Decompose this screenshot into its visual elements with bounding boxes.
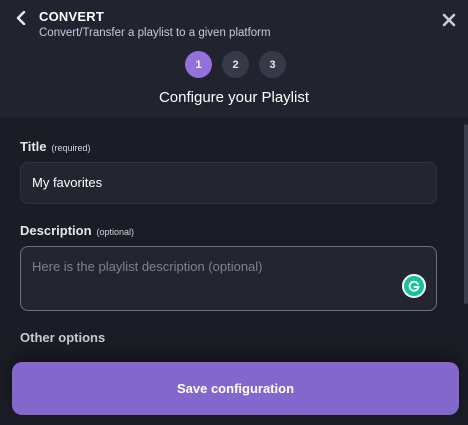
page-title: CONVERT [39,9,104,24]
description-label: Description (optional) [20,223,134,238]
back-button[interactable] [12,8,30,28]
description-optional-hint: (optional) [96,227,135,237]
stepper: 1 2 3 [185,51,286,78]
chevron-left-icon [16,11,26,25]
save-configuration-button[interactable]: Save configuration [12,362,459,415]
scrollbar-thumb[interactable] [464,124,468,304]
title-label: Title (required) [20,139,91,154]
description-label-text: Description [20,223,92,238]
header-bar: CONVERT Convert/Transfer a playlist to a… [0,0,468,118]
step-3[interactable]: 3 [259,51,286,78]
step-2[interactable]: 2 [222,51,249,78]
grammarly-icon[interactable] [402,274,426,298]
description-textarea[interactable]: Here is the playlist description (option… [20,246,437,311]
step-1[interactable]: 1 [185,51,212,78]
close-button[interactable] [439,10,459,30]
title-label-text: Title [20,139,47,154]
step-heading: Configure your Playlist [158,89,310,106]
other-options-label: Other options [20,330,106,345]
title-required-hint: (required) [51,143,91,153]
grammarly-g-icon [408,280,420,292]
page-subtitle: Convert/Transfer a playlist to a given p… [39,27,271,39]
close-icon [442,13,456,27]
title-input[interactable]: My favorites [20,162,437,204]
